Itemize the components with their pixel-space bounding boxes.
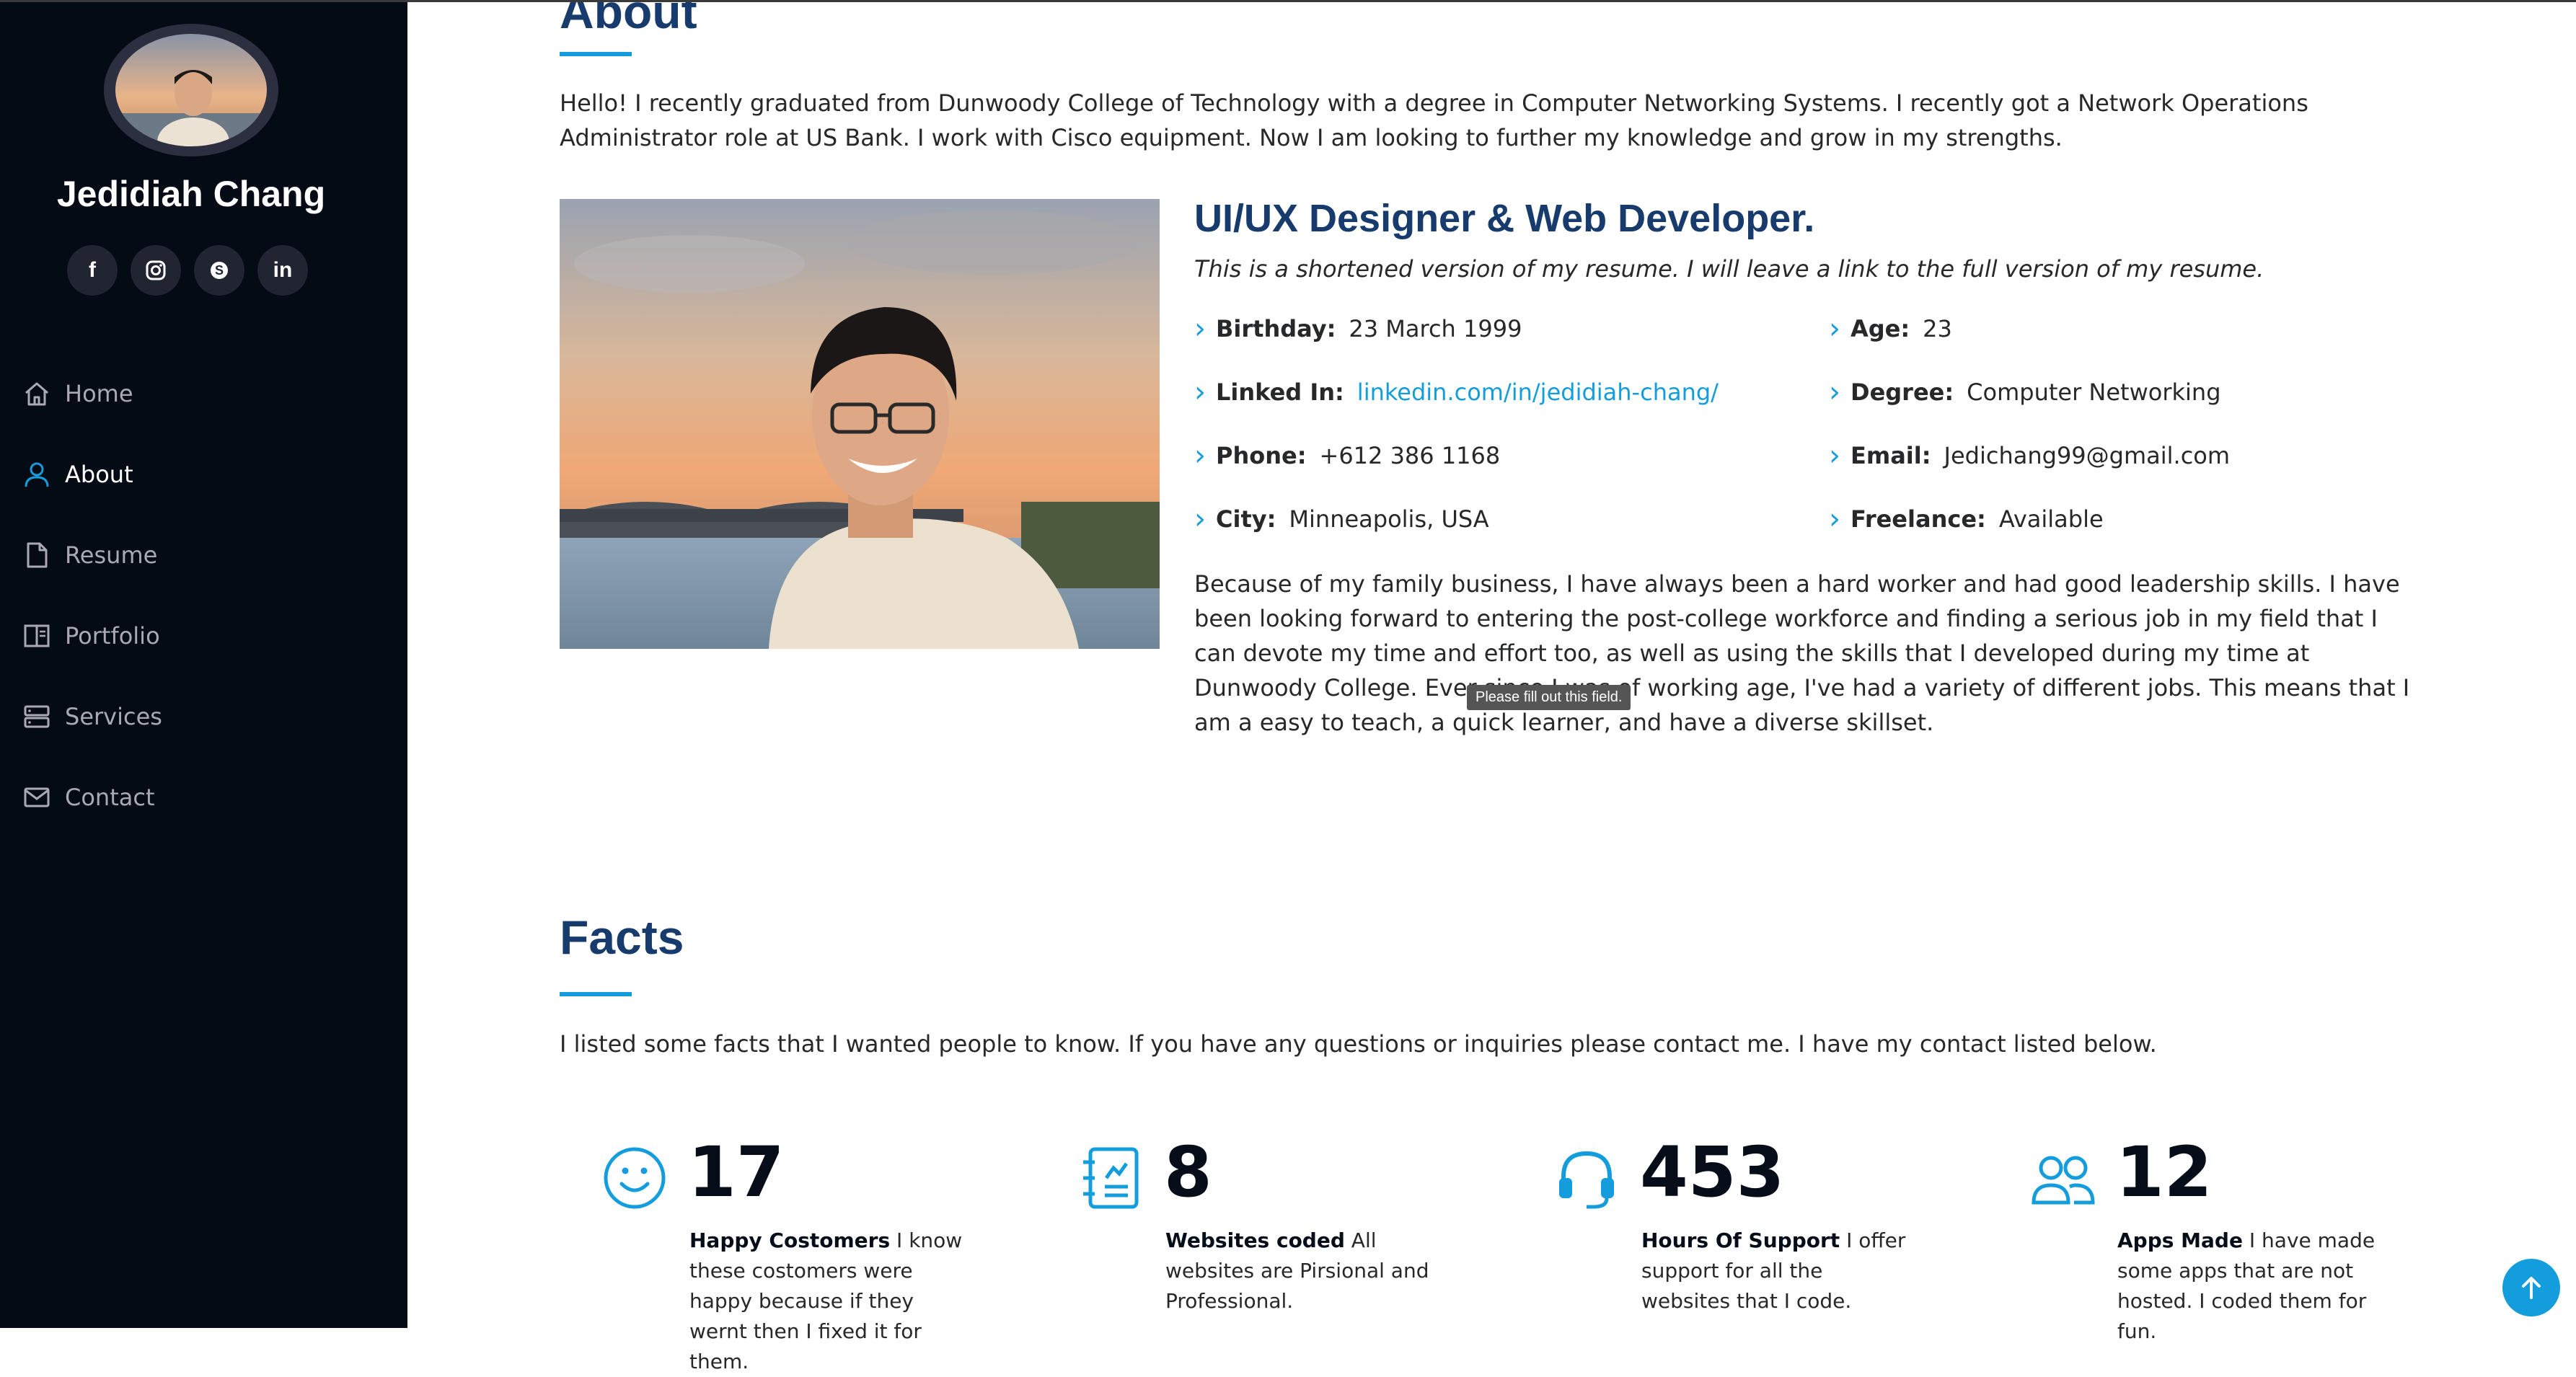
back-to-top-button[interactable] bbox=[2502, 1259, 2560, 1316]
chevron-right-icon: › bbox=[1829, 439, 1840, 472]
fact-number: 17 bbox=[688, 1132, 785, 1213]
sidebar-item-home[interactable]: Home bbox=[20, 353, 162, 434]
detail-city: › City: Minneapolis, USA bbox=[1194, 502, 1489, 536]
fact-description: Apps Made I have made some apps that are… bbox=[2117, 1228, 2376, 1343]
chevron-right-icon: › bbox=[1829, 312, 1840, 345]
sidebar-item-about[interactable]: About bbox=[20, 434, 162, 515]
file-icon bbox=[20, 539, 53, 572]
skype-link[interactable]: S bbox=[194, 245, 244, 296]
smile-icon bbox=[601, 1145, 668, 1214]
skype-icon: S bbox=[211, 262, 228, 279]
about-heading-underline bbox=[560, 52, 632, 56]
linkedin-link[interactable]: in bbox=[257, 245, 308, 296]
facebook-link[interactable]: f bbox=[67, 245, 118, 296]
chevron-right-icon: › bbox=[1194, 439, 1206, 472]
detail-age: › Age: 23 bbox=[1829, 312, 1952, 345]
fact-description: Hours Of Support I offer support for all… bbox=[1641, 1228, 1906, 1313]
person-icon bbox=[20, 458, 53, 491]
profile-photo bbox=[560, 199, 1160, 649]
sidebar-item-label: Resume bbox=[65, 541, 158, 569]
about-heading: About bbox=[560, 0, 697, 38]
sidebar-item-label: Portfolio bbox=[65, 622, 160, 650]
sidebar-item-label: About bbox=[65, 461, 133, 488]
envelope-icon bbox=[20, 781, 53, 814]
sidebar-nav: Home About Resume Portfolio Services Con… bbox=[20, 353, 162, 838]
fact-number: 453 bbox=[1640, 1132, 1785, 1213]
fact-description: Websites coded All websites are Pirsiona… bbox=[1165, 1228, 1429, 1313]
facts-heading-underline bbox=[560, 992, 632, 996]
sidebar: Jedidiah Chang f S in Home About Resume … bbox=[0, 0, 407, 1328]
instagram-icon bbox=[146, 260, 166, 280]
profile-avatar bbox=[115, 34, 267, 146]
fact-number: 12 bbox=[2116, 1132, 2213, 1213]
sidebar-item-label: Contact bbox=[65, 784, 155, 811]
facebook-icon: f bbox=[89, 258, 96, 282]
journal-icon bbox=[1077, 1145, 1144, 1214]
detail-phone: › Phone: +612 386 1168 bbox=[1194, 439, 1501, 472]
window-top-border bbox=[0, 0, 2576, 2]
chevron-right-icon: › bbox=[1829, 502, 1840, 536]
chevron-right-icon: › bbox=[1829, 376, 1840, 409]
profile-avatar-frame bbox=[104, 24, 278, 156]
detail-email: › Email: Jedichang99@gmail.com bbox=[1829, 439, 2231, 472]
detail-birthday: › Birthday: 23 March 1999 bbox=[1194, 312, 1522, 345]
linkedin-profile-link[interactable]: linkedin.com/in/jedidiah-chang/ bbox=[1357, 378, 1719, 406]
social-links: f S in bbox=[67, 245, 308, 296]
chevron-right-icon: › bbox=[1194, 502, 1206, 536]
server-icon bbox=[20, 700, 53, 733]
sidebar-item-label: Services bbox=[65, 703, 162, 730]
people-icon bbox=[2029, 1145, 2096, 1214]
sidebar-item-resume[interactable]: Resume bbox=[20, 515, 162, 595]
detail-degree: › Degree: Computer Networking bbox=[1829, 376, 2221, 409]
validation-tooltip: Please fill out this field. bbox=[1467, 685, 1631, 710]
book-icon bbox=[20, 619, 53, 652]
facts-heading: Facts bbox=[560, 911, 684, 964]
svg-text:S: S bbox=[215, 263, 224, 278]
role-title: UI/UX Designer & Web Developer. bbox=[1194, 197, 1815, 240]
sidebar-item-contact[interactable]: Contact bbox=[20, 757, 162, 838]
chevron-right-icon: › bbox=[1194, 312, 1206, 345]
linkedin-icon: in bbox=[273, 258, 293, 282]
about-bio: Because of my family business, I have al… bbox=[1194, 570, 2410, 736]
sidebar-item-label: Home bbox=[65, 380, 133, 407]
resume-note: This is a shortened version of my resume… bbox=[1194, 255, 2264, 283]
about-intro: Hello! I recently graduated from Dunwood… bbox=[560, 89, 2308, 151]
chevron-right-icon: › bbox=[1194, 376, 1206, 409]
fact-description: Happy Costomers I know these costomers w… bbox=[689, 1228, 963, 1373]
detail-linkedin: › Linked In: linkedin.com/in/jedidiah-ch… bbox=[1194, 376, 1719, 409]
detail-freelance: › Freelance: Available bbox=[1829, 502, 2104, 536]
sidebar-item-services[interactable]: Services bbox=[20, 676, 162, 757]
headset-icon bbox=[1553, 1145, 1620, 1214]
sidebar-item-portfolio[interactable]: Portfolio bbox=[20, 595, 162, 676]
owner-name: Jedidiah Chang bbox=[56, 174, 326, 214]
arrow-up-icon bbox=[2522, 1277, 2541, 1299]
fact-number: 8 bbox=[1164, 1132, 1212, 1213]
facts-intro: I listed some facts that I wanted people… bbox=[560, 1030, 2157, 1058]
home-icon bbox=[20, 377, 53, 410]
instagram-link[interactable] bbox=[131, 245, 181, 296]
